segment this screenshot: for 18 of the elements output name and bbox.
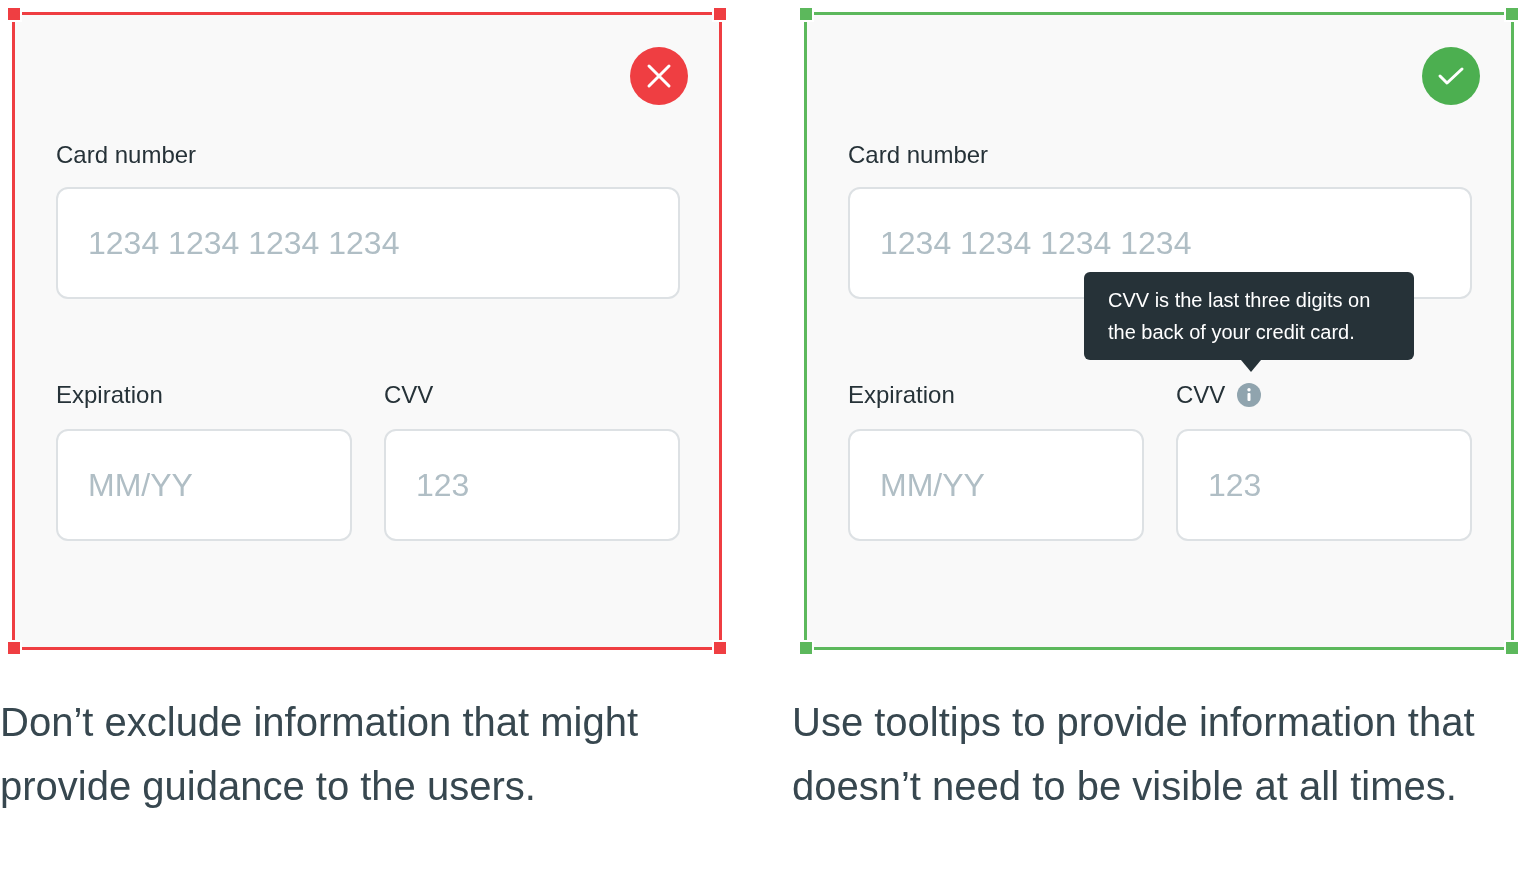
info-icon[interactable] — [1237, 383, 1262, 407]
field-label: CVV — [1176, 380, 1226, 410]
field-label: Expiration — [848, 380, 956, 410]
close-icon — [630, 47, 688, 105]
caption: Don’t exclude information that might provide guidance to the users. — [0, 699, 640, 810]
input-field[interactable]: MM/YY — [56, 429, 352, 541]
input-field[interactable]: MM/YY — [848, 429, 1144, 541]
field-label: CVV — [384, 380, 434, 410]
field-label: Card number — [56, 140, 198, 170]
check-icon — [1422, 47, 1480, 105]
field-label: Card number — [848, 140, 990, 170]
tooltip-pointer — [1241, 360, 1261, 372]
caption: Use tooltips to provide information that doesn’t need to be visible at all times. — [792, 699, 1476, 810]
input-field[interactable]: 123 — [1176, 429, 1472, 541]
field-label: Expiration — [56, 380, 164, 410]
input-field[interactable]: 1234 1234 1234 1234 — [56, 187, 680, 299]
input-field[interactable]: 123 — [384, 429, 680, 541]
tooltip: CVV is the last three digits on the back of your credit card. — [1084, 272, 1414, 360]
